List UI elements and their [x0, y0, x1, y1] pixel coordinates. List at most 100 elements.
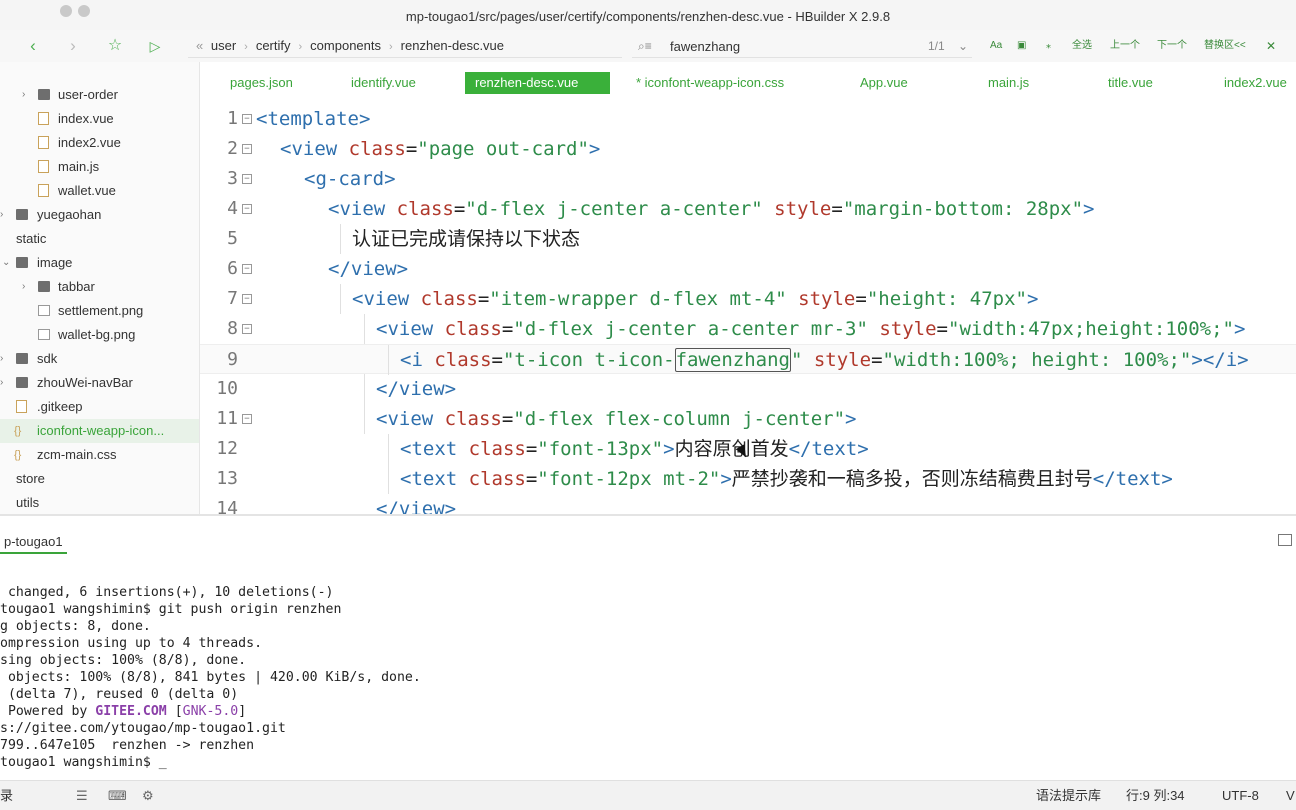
fold-icon[interactable]: −: [242, 324, 252, 334]
chevron-right-icon[interactable]: ›: [22, 275, 34, 299]
code-token: >: [663, 438, 675, 460]
tab-identify-vue[interactable]: identify.vue: [351, 72, 416, 94]
plugin-icon[interactable]: ⚙: [142, 788, 154, 804]
replace-toggle-button[interactable]: 替换区<<: [1204, 38, 1246, 54]
status-left-label[interactable]: 录: [0, 788, 13, 804]
encoding-selector[interactable]: UTF-8: [1222, 788, 1259, 804]
code-token: =: [491, 349, 503, 371]
cursor-position: 行:9 列:34: [1126, 788, 1185, 803]
whole-word-icon[interactable]: ▣: [1017, 38, 1026, 54]
chevron-right-icon: ›: [244, 41, 248, 53]
tree-item-settlement-png[interactable]: settlement.png: [0, 299, 199, 323]
previous-match-button[interactable]: 上一个: [1110, 38, 1140, 54]
close-find-icon[interactable]: ✕: [1266, 38, 1276, 54]
panel-divider[interactable]: [0, 514, 1296, 516]
chevron-right-icon[interactable]: ›: [0, 203, 12, 227]
status-tail[interactable]: V: [1286, 788, 1295, 804]
tree-item-wallet-bg-png[interactable]: wallet-bg.png: [0, 323, 199, 347]
folder-icon: [38, 89, 50, 100]
tree-item-user-order[interactable]: › user-order: [0, 83, 199, 107]
back-arrow-icon[interactable]: ‹: [20, 34, 46, 58]
line-number: 9: [227, 349, 238, 370]
tab-renzhen-desc-vue[interactable]: renzhen-desc.vue: [465, 72, 610, 94]
tree-item-label: utils: [16, 495, 40, 510]
tree-item-store[interactable]: store: [0, 467, 199, 491]
code-line: 3 − <g-card>: [200, 164, 1296, 194]
chevron-down-icon[interactable]: ⌄: [2, 251, 14, 275]
tab-index2-vue[interactable]: index2.vue: [1224, 72, 1287, 94]
chevron-right-icon: ›: [298, 41, 303, 53]
fold-icon[interactable]: −: [242, 114, 252, 124]
fold-icon[interactable]: −: [242, 144, 252, 154]
syntax-hint-library[interactable]: 语法提示库: [1036, 788, 1101, 804]
folder-icon: [16, 353, 28, 364]
tree-item-iconfont-weapp-icon[interactable]: {} iconfont-weapp-icon...: [0, 419, 199, 443]
star-icon[interactable]: ☆: [102, 34, 128, 58]
tree-item-label: zcm-main.css: [37, 447, 117, 462]
run-icon[interactable]: ▷: [142, 34, 168, 58]
breadcrumb-item[interactable]: components: [310, 38, 381, 53]
match-case-button[interactable]: Aa: [990, 38, 1002, 54]
chevron-right-icon[interactable]: ›: [0, 347, 12, 371]
file-icon: [38, 184, 49, 197]
tree-item-index-vue[interactable]: index.vue: [0, 107, 199, 131]
tree-item-main-js[interactable]: main.js: [0, 155, 199, 179]
code-token: "width:47px;height:100%;": [948, 318, 1234, 340]
minimize-window-icon[interactable]: [78, 5, 90, 17]
tree-item-utils[interactable]: utils: [0, 491, 199, 514]
code-token: >: [1026, 288, 1039, 310]
close-window-icon[interactable]: [60, 5, 72, 17]
terminal-tab[interactable]: p-tougao1: [0, 534, 67, 554]
tree-item-gitkeep[interactable]: .gitkeep: [0, 395, 199, 419]
code-token: =: [855, 288, 867, 310]
tree-item-yuegaohan[interactable]: › yuegaohan: [0, 203, 199, 227]
chevron-right-icon[interactable]: ›: [22, 83, 34, 107]
tree-item-index2-vue[interactable]: index2.vue: [0, 131, 199, 155]
tree-item-sdk[interactable]: › sdk: [0, 347, 199, 371]
code-token: </view>: [376, 498, 457, 514]
chevron-down-icon[interactable]: ⌄: [958, 36, 968, 56]
tree-item-wallet-vue[interactable]: wallet.vue: [0, 179, 199, 203]
fold-icon[interactable]: −: [242, 294, 252, 304]
tree-item-label: image: [37, 255, 73, 270]
tree-item-static[interactable]: static: [0, 227, 199, 251]
fold-icon[interactable]: −: [242, 174, 252, 184]
code-token: 认证已完成请保持以下状态: [352, 228, 581, 250]
breadcrumb-item[interactable]: renzhen-desc.vue: [401, 38, 504, 53]
window-controls[interactable]: [60, 0, 96, 30]
code-line: 5 认证已完成请保持以下状态: [200, 224, 1296, 254]
regex-icon[interactable]: ⁎: [1046, 38, 1051, 54]
tab-iconfont-css[interactable]: * iconfont-weapp-icon.css: [636, 72, 784, 94]
code-line: 7 − <view class="item-wrapper d-flex mt-…: [200, 284, 1296, 314]
list-icon[interactable]: ☰: [76, 788, 88, 804]
breadcrumb-item[interactable]: user: [211, 38, 236, 53]
tree-item-zhouwei-navbar[interactable]: › zhouWei-navBar: [0, 371, 199, 395]
tab-app-vue[interactable]: App.vue: [860, 72, 908, 94]
terminal-icon[interactable]: ⌨: [108, 788, 127, 804]
breadcrumb-item[interactable]: certify: [256, 38, 291, 53]
select-all-button[interactable]: 全选: [1072, 38, 1092, 54]
tree-item-label: yuegaohan: [37, 207, 102, 222]
tab-pages-json[interactable]: pages.json: [230, 72, 293, 94]
statusbar: 录 ☰ ⌨ ⚙ 语法提示库 行:9 列:34 UTF-8 V: [0, 780, 1296, 810]
tree-item-zcm-main-css[interactable]: {} zcm-main.css: [0, 443, 199, 467]
terminal-maximize-icon[interactable]: [1278, 534, 1292, 546]
next-match-button[interactable]: 下一个: [1157, 38, 1187, 54]
forward-arrow-icon[interactable]: ›: [60, 34, 86, 58]
tree-item-image[interactable]: ⌄ image: [0, 251, 199, 275]
css-file-icon: {}: [14, 449, 22, 461]
fold-icon[interactable]: −: [242, 264, 252, 274]
code-token: class: [422, 349, 492, 371]
code-token: "height: 47px": [866, 288, 1027, 310]
fold-icon[interactable]: −: [242, 414, 252, 424]
terminal-text: Powered by: [0, 704, 96, 719]
breadcrumb-back-icon[interactable]: «: [196, 38, 203, 53]
tab-title-vue[interactable]: title.vue: [1108, 72, 1153, 94]
terminal-output[interactable]: changed, 6 insertions(+), 10 deletions(-…: [0, 584, 1296, 779]
folder-icon: [16, 209, 28, 220]
fold-icon[interactable]: −: [242, 204, 252, 214]
tab-main-js[interactable]: main.js: [988, 72, 1029, 94]
tree-item-tabbar[interactable]: › tabbar: [0, 275, 199, 299]
chevron-right-icon[interactable]: ›: [0, 371, 12, 395]
search-input[interactable]: [670, 36, 890, 56]
